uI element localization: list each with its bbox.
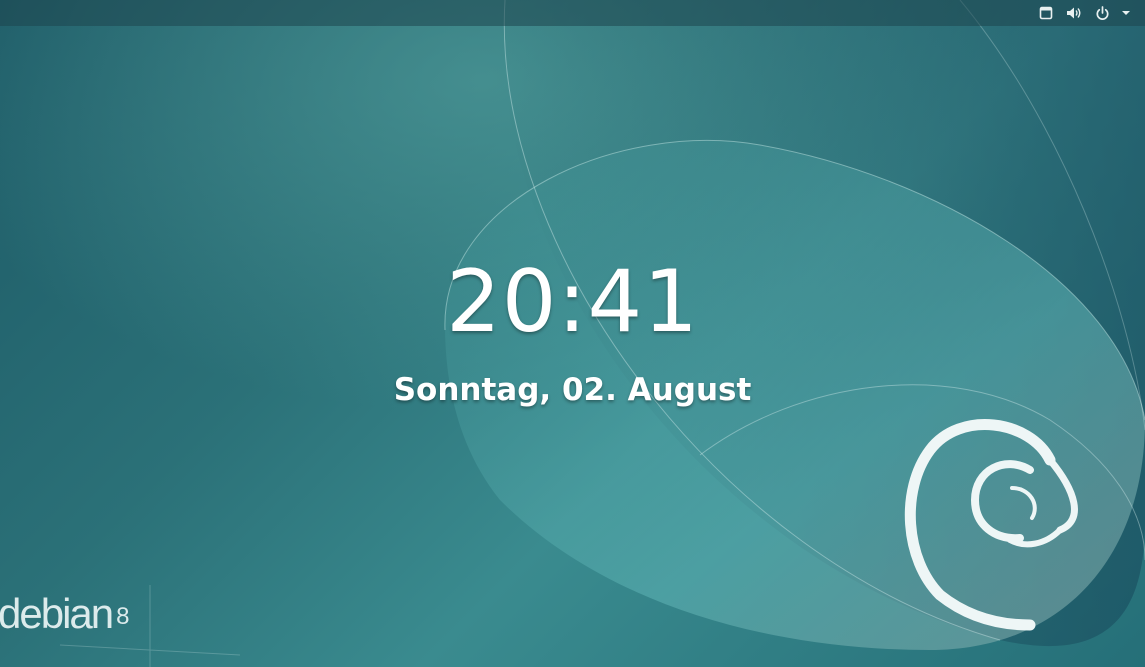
volume-icon[interactable]	[1065, 4, 1083, 22]
brand-version: 8	[116, 603, 130, 630]
brand-name: debian	[0, 590, 114, 637]
lock-screen[interactable]: 20:41 Sonntag, 02. August debian 8	[0, 0, 1145, 667]
chevron-down-icon[interactable]	[1121, 4, 1131, 22]
window-icon[interactable]	[1037, 4, 1055, 22]
top-bar	[0, 0, 1145, 26]
lock-date: Sonntag, 02. August	[393, 372, 752, 408]
debian-brand-logo: debian 8	[0, 588, 129, 648]
lock-clock: 20:41	[446, 252, 699, 352]
power-icon[interactable]	[1093, 4, 1111, 22]
system-tray	[1037, 2, 1131, 24]
